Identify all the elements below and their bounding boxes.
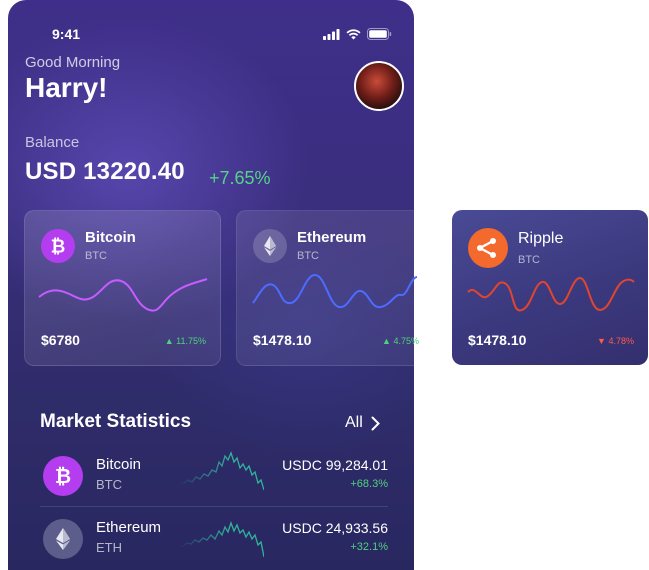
market-row-ticker: BTC	[96, 477, 122, 492]
coin-card-sparkline	[252, 273, 418, 309]
coin-card-change: ▼ 4.78%	[597, 336, 634, 346]
market-row-sparkline	[178, 521, 264, 558]
coin-card-ticker: BTC	[518, 254, 540, 266]
battery-icon	[367, 28, 392, 40]
coin-card-name: Ethereum	[297, 229, 367, 246]
coin-card-name: Ripple	[518, 230, 564, 247]
balance-value: USD 13220.40	[25, 158, 185, 185]
coin-card-change: ▲ 4.75%	[382, 336, 419, 346]
status-bar: 9:41	[8, 22, 414, 46]
market-statistics-title: Market Statistics	[40, 411, 192, 432]
bitcoin-icon: ₿	[43, 456, 83, 496]
coin-card-ripple[interactable]: Ripple BTC $1478.10 ▼ 4.78%	[452, 210, 648, 365]
user-name: Harry!	[25, 72, 108, 103]
balance-label: Balance	[25, 134, 80, 151]
arrow-up-icon: ▲	[382, 336, 391, 346]
coin-card-price: $1478.10	[468, 332, 527, 348]
wifi-icon	[346, 28, 361, 39]
cellular-signal-icon	[323, 28, 340, 40]
market-row-change: +32.1%	[350, 541, 388, 553]
market-row-name: Bitcoin	[96, 456, 142, 473]
market-row-value: USDC 24,933.56	[282, 520, 388, 536]
coin-card-price: $1478.10	[253, 332, 312, 348]
market-row-bitcoin[interactable]: ₿ Bitcoin BTC USDC 99,284.01 +68.3%	[40, 451, 390, 512]
coin-card-sparkline	[467, 276, 635, 312]
coin-card-name: Bitcoin	[85, 229, 136, 246]
market-row-ticker: ETH	[96, 540, 122, 555]
coin-card-price: $6780	[41, 332, 80, 348]
market-row-sparkline	[178, 451, 264, 491]
svg-text:₿: ₿	[51, 237, 66, 257]
coin-card-change-value: 11.75%	[176, 336, 206, 346]
coin-card-ethereum[interactable]: Ethereum BTC $1478.10 ▲ 4.75%	[236, 210, 434, 366]
balance-change: +7.65%	[209, 168, 271, 188]
market-row-ethereum[interactable]: Ethereum ETH USDC 24,933.56 +32.1%	[40, 519, 390, 570]
arrow-down-icon: ▼	[597, 336, 606, 346]
chevron-right-icon	[371, 416, 380, 430]
avatar[interactable]	[354, 61, 404, 111]
market-row-name: Ethereum	[96, 519, 162, 536]
greeting-text: Good Morning	[25, 54, 121, 71]
svg-text:₿: ₿	[55, 465, 71, 487]
coin-card-ticker: BTC	[297, 250, 319, 262]
coin-card-change-value: 4.78%	[608, 336, 634, 346]
status-time: 9:41	[52, 26, 81, 42]
see-all-label: All	[345, 414, 363, 431]
market-row-divider	[40, 506, 388, 507]
coin-card-change-value: 4.75%	[393, 336, 419, 346]
ethereum-icon	[253, 229, 287, 263]
market-row-value: USDC 99,284.01	[282, 457, 388, 473]
ethereum-icon	[43, 519, 83, 559]
coin-card-bitcoin[interactable]: ₿ Bitcoin BTC $6780 ▲ 11.75%	[24, 210, 221, 366]
coin-card-change: ▲ 11.75%	[165, 336, 206, 346]
coin-card-ticker: BTC	[85, 250, 107, 262]
market-row-change: +68.3%	[350, 478, 388, 490]
arrow-up-icon: ▲	[164, 336, 174, 346]
bitcoin-icon: ₿	[41, 229, 75, 263]
see-all-button[interactable]: All	[345, 414, 380, 432]
coin-card-sparkline	[38, 278, 208, 312]
status-icons	[323, 28, 392, 40]
ripple-icon	[468, 228, 508, 268]
